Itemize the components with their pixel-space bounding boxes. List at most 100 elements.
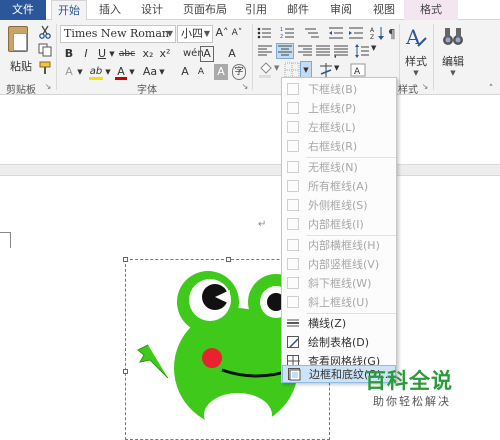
clear-format-button[interactable]: A (225, 46, 239, 62)
italic-button[interactable]: I (80, 46, 92, 62)
decrease-indent-icon[interactable] (328, 26, 344, 42)
underline-button[interactable]: U (96, 46, 108, 62)
dialog-launcher-icon[interactable]: ↘ (240, 80, 250, 94)
chevron-down-icon[interactable]: ▼ (104, 64, 112, 80)
font-name-combobox[interactable]: Times New Roman ▼ (60, 25, 176, 43)
chevron-down-icon[interactable]: ▼ (128, 64, 136, 80)
numbering-icon[interactable]: 12 (280, 26, 296, 42)
menu-item-label: 内部横框线(H) (308, 239, 380, 252)
subscript-button[interactable]: x₂ (141, 46, 155, 62)
outside-borders-icon (287, 199, 299, 211)
menu-item-left-border[interactable]: 左框线(L) (282, 118, 396, 137)
align-center-icon[interactable] (276, 43, 294, 59)
tab-home[interactable]: 开始 (51, 0, 87, 21)
change-case-button[interactable]: Aa (141, 64, 159, 80)
bottom-border-icon (287, 83, 299, 95)
tab-insert[interactable]: 插入 (92, 0, 128, 20)
chevron-down-icon[interactable]: ▼ (76, 64, 84, 80)
brush-icon[interactable] (38, 61, 52, 75)
scissors-icon[interactable] (38, 25, 52, 39)
align-right-icon[interactable] (297, 44, 313, 60)
chevron-down-icon[interactable]: ▼ (438, 69, 468, 77)
chevron-down-icon[interactable]: ▼ (158, 64, 166, 80)
menu-item-inside-vertical[interactable]: 内部竖框线(V) (282, 255, 396, 274)
chevron-down-icon[interactable]: ▼ (204, 26, 210, 42)
svg-text:A: A (370, 27, 375, 34)
left-border-icon (287, 121, 299, 133)
grow-font-icon[interactable]: A (178, 64, 192, 80)
menu-item-diagonal-up[interactable]: 斜上框线(U) (282, 293, 396, 312)
chevron-down-icon[interactable]: ▼ (371, 44, 379, 60)
menu-item-inside-borders[interactable]: 内部框线(I) (282, 215, 396, 234)
shrink-font-icon[interactable]: A (194, 64, 208, 80)
chevron-down-icon[interactable]: ▼ (167, 26, 173, 42)
menu-item-outside-borders[interactable]: 外侧框线(S) (282, 196, 396, 215)
enclose-char-button[interactable]: 字 (232, 64, 246, 80)
watermark-title: 百科全说 (365, 369, 453, 393)
tab-design[interactable]: 设计 (134, 0, 170, 20)
pinyin-button[interactable]: wén (183, 46, 204, 62)
copy-icon[interactable] (38, 43, 52, 57)
tab-file[interactable]: 文件 (0, 0, 46, 20)
bold-button[interactable]: B (63, 46, 75, 62)
tab-review[interactable]: 审阅 (323, 0, 359, 20)
menu-item-label: 无框线(N) (308, 161, 358, 174)
font-size-value: 小四 (181, 27, 203, 40)
paste-button[interactable]: 粘贴 (4, 24, 34, 80)
tab-references[interactable]: 引用 (238, 0, 274, 20)
menu-item-bottom-border[interactable]: 下框线(B) (282, 80, 396, 99)
char-scaling-icon[interactable]: A (350, 62, 366, 78)
tab-page-layout[interactable]: 页面布局 (177, 0, 233, 20)
chevron-down-icon[interactable]: ▼ (402, 69, 430, 77)
superscript-button[interactable]: x² (158, 46, 172, 62)
draw-table-icon (287, 336, 299, 348)
sort-icon[interactable]: AZ (370, 26, 386, 42)
menu-item-label: 下框线(B) (308, 83, 358, 96)
distributed-icon[interactable] (333, 44, 349, 60)
chinese-layout-icon[interactable] (318, 62, 334, 78)
menu-item-inside-horizontal[interactable]: 内部横框线(H) (282, 236, 396, 255)
page-gap (0, 165, 500, 175)
line-spacing-icon[interactable] (354, 44, 370, 60)
shading-icon[interactable] (258, 62, 274, 78)
menu-item-diagonal-down[interactable]: 斜下框线(W) (282, 274, 396, 293)
menu-item-label: 斜下框线(W) (308, 277, 372, 290)
chevron-down-icon[interactable]: ▼ (108, 46, 116, 62)
menu-item-draw-table[interactable]: 绘制表格(D) (282, 333, 396, 352)
styles-icon: A (405, 25, 427, 49)
text-effect-button[interactable]: A (62, 64, 76, 80)
margin-marker (0, 232, 10, 233)
char-shade-button[interactable]: A (214, 64, 228, 80)
bullets-icon[interactable] (257, 26, 273, 42)
ribbon-home: 粘贴 剪贴板 ↘ Times New Roman ▼ 小四 ▼ A˄ A˅ B … (0, 20, 500, 96)
justify-icon[interactable] (315, 44, 331, 60)
paste-label: 粘贴 (10, 60, 32, 73)
menu-item-top-border[interactable]: 上框线(P) (282, 99, 396, 118)
tab-mailings[interactable]: 邮件 (280, 0, 316, 20)
strikethrough-button[interactable]: abc (116, 46, 138, 62)
horizontal-line-icon (287, 317, 299, 329)
editing-button[interactable]: 编辑 ▼ (438, 24, 468, 77)
font-size-combobox[interactable]: 小四 ▼ (177, 25, 213, 43)
font-color-swatch (115, 77, 127, 80)
borders-icon[interactable] (284, 62, 300, 78)
multilevel-list-icon[interactable] (304, 26, 320, 42)
dialog-launcher-icon[interactable]: ↘ (43, 80, 53, 94)
grow-font-button[interactable]: A˄ (215, 25, 229, 41)
styles-button[interactable]: A 样式 ▼ (402, 24, 430, 77)
menu-item-no-border[interactable]: 无框线(N) (282, 158, 396, 177)
increase-indent-icon[interactable] (348, 26, 364, 42)
highlight-button[interactable]: ab (88, 64, 104, 80)
tab-view[interactable]: 视图 (366, 0, 402, 20)
char-border-button[interactable]: A (200, 46, 214, 62)
borders-dropdown-button[interactable]: ▼ (300, 61, 312, 78)
font-color-button[interactable]: A (114, 64, 128, 80)
menu-item-all-borders[interactable]: 所有框线(A) (282, 177, 396, 196)
dialog-launcher-icon[interactable]: ↘ (420, 80, 430, 94)
tab-format[interactable]: 格式 (404, 0, 458, 20)
menu-item-horizontal-line[interactable]: 横线(Z) (282, 314, 396, 333)
collapse-ribbon-icon[interactable]: ˄ (486, 82, 496, 96)
shrink-font-button[interactable]: A˅ (230, 25, 244, 41)
align-left-icon[interactable] (257, 44, 273, 60)
menu-item-right-border[interactable]: 右框线(R) (282, 137, 396, 156)
